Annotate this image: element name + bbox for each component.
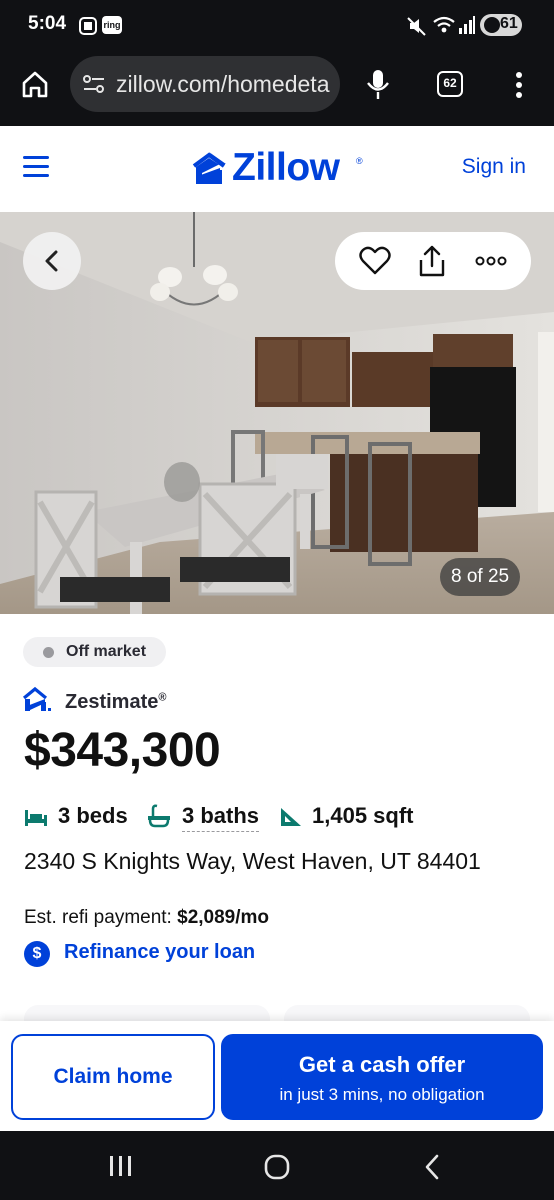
cash-offer-title: Get a cash offer bbox=[298, 1052, 466, 1077]
mic-icon[interactable] bbox=[364, 68, 392, 102]
browser-toolbar: zillow.com/homedeta 62 bbox=[0, 50, 554, 126]
photo-counter: 8 of 25 bbox=[440, 558, 521, 596]
tab-switcher-button[interactable]: 62 bbox=[437, 71, 463, 97]
share-icon[interactable] bbox=[416, 244, 448, 278]
battery-level: 61 bbox=[500, 15, 518, 32]
refinance-link[interactable]: Refinance your loan bbox=[64, 941, 255, 964]
property-address: 2340 S Knights Way, West Haven, UT 84401 bbox=[24, 848, 481, 874]
status-bar: 5:04 ring 61 bbox=[0, 0, 554, 50]
status-time: 5:04 bbox=[28, 13, 67, 34]
recents-icon[interactable] bbox=[108, 1154, 134, 1178]
ring-app-icon: ring bbox=[102, 16, 122, 34]
url-bar[interactable]: zillow.com/homedeta bbox=[70, 56, 340, 112]
sqft-icon bbox=[281, 808, 301, 826]
home-icon[interactable] bbox=[20, 69, 50, 99]
status-badge: Off market bbox=[23, 637, 167, 667]
wifi-icon bbox=[433, 16, 455, 33]
site-header: Zillow ® Sign in bbox=[0, 126, 554, 212]
zestimate-logo-icon bbox=[22, 686, 51, 711]
status-dot bbox=[43, 647, 54, 658]
home-circle-icon[interactable] bbox=[263, 1153, 291, 1181]
site-settings-icon[interactable] bbox=[82, 73, 106, 95]
beds-value: 3 beds bbox=[58, 803, 128, 828]
dollar-icon: $ bbox=[24, 941, 50, 967]
signal-icon bbox=[459, 16, 475, 34]
more-horiz-icon[interactable] bbox=[475, 256, 507, 266]
more-vert-icon[interactable] bbox=[510, 70, 528, 100]
refi-value: $2,089/mo bbox=[177, 907, 270, 928]
back-button[interactable] bbox=[23, 232, 81, 290]
action-bar: Claim home Get a cash offer in just 3 mi… bbox=[0, 1021, 554, 1131]
bath-icon bbox=[148, 804, 170, 828]
claim-home-button[interactable]: Claim home bbox=[11, 1034, 215, 1120]
url-text: zillow.com/homedeta bbox=[116, 71, 330, 97]
battery-icon: 61 bbox=[480, 14, 522, 36]
zestimate-price: $343,300 bbox=[24, 724, 221, 777]
logo-registered-mark: ® bbox=[356, 156, 363, 166]
zestimate-registered-mark: ® bbox=[158, 691, 167, 704]
chevron-left-icon bbox=[45, 250, 58, 272]
status-label: Off market bbox=[66, 643, 147, 660]
menu-icon[interactable] bbox=[23, 154, 51, 178]
zillow-logo-text[interactable]: Zillow bbox=[232, 146, 340, 190]
refi-payment: Est. refi payment: $2,089/mo bbox=[24, 907, 270, 928]
cash-offer-button[interactable]: Get a cash offer in just 3 mins, no obli… bbox=[221, 1034, 543, 1120]
back-icon[interactable] bbox=[422, 1153, 442, 1181]
system-nav-bar bbox=[0, 1131, 554, 1200]
sqft-value: 1,405 sqft bbox=[312, 803, 414, 828]
bed-icon bbox=[25, 810, 47, 826]
mute-icon bbox=[407, 17, 426, 36]
baths-value[interactable]: 3 baths bbox=[182, 803, 260, 832]
screenshot-icon bbox=[79, 17, 97, 35]
zillow-logo-icon[interactable] bbox=[190, 150, 228, 186]
cash-offer-subtitle: in just 3 mins, no obligation bbox=[279, 1085, 485, 1104]
zestimate-label: Zestimate® bbox=[65, 691, 167, 713]
sign-in-link[interactable]: Sign in bbox=[462, 155, 526, 179]
listing-photo[interactable]: 8 of 25 bbox=[0, 212, 554, 614]
heart-icon[interactable] bbox=[359, 246, 391, 276]
photo-actions bbox=[335, 232, 531, 290]
